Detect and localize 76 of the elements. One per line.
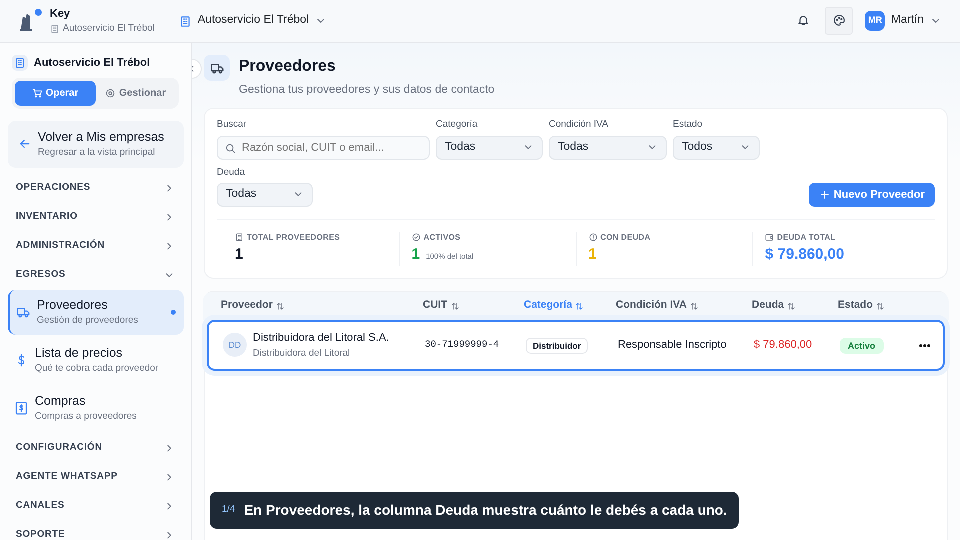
tour-step: 1/4	[222, 503, 236, 518]
active-dot-icon	[171, 310, 176, 314]
nav-item[interactable]: Proveedores Gestión de proveedores	[8, 290, 184, 334]
stat-value: $ 79.860,00	[765, 244, 844, 265]
receipt-icon	[14, 400, 29, 416]
filter-label: Estado	[673, 118, 704, 132]
search-field[interactable]: Razón social, CUIT o email...	[217, 136, 430, 160]
column-header[interactable]: Estado	[838, 298, 917, 314]
supplier-avatar: DD	[223, 333, 247, 358]
iva-cell-text: Responsable Inscripto	[618, 338, 728, 354]
arrow-left-icon	[18, 137, 32, 151]
column-header[interactable]: Proveedor	[221, 298, 423, 314]
tour-text: En Proveedores, la columna Deuda muestra cuánto le debés a cada uno.	[244, 501, 728, 520]
supplier-name: Distribuidora del Litoral S.A.	[253, 331, 390, 346]
filter-label: Deuda	[217, 166, 246, 180]
check-circle-icon	[412, 233, 421, 242]
app-subtitle: Autoservicio El Trébol	[63, 22, 155, 36]
nav-section[interactable]: OPERACIONES	[0, 174, 191, 202]
filter-label: Categoría	[436, 118, 479, 132]
sort-icon	[276, 302, 285, 311]
business-selector[interactable]: Autoservicio El Trébol	[172, 9, 334, 33]
stat-label: TOTAL PROVEEDORES	[247, 232, 340, 244]
stat-value: 1	[412, 244, 420, 265]
mode-tab[interactable]: Operar	[15, 80, 96, 106]
select-field[interactable]: Todos	[673, 136, 760, 160]
new-supplier-button[interactable]: Nuevo Proveedor	[808, 182, 935, 207]
stat-label: ACTIVOS	[424, 232, 461, 244]
filter-label: Buscar	[217, 118, 248, 132]
column-header[interactable]: Condición IVA	[616, 298, 752, 314]
sort-icon	[690, 302, 699, 311]
user-menu[interactable]: MR Martín	[865, 11, 942, 31]
nav-section[interactable]: CANALES	[0, 492, 191, 520]
nav-section[interactable]: CONFIGURACIÓN	[0, 434, 191, 462]
palette-icon	[832, 14, 846, 27]
sort-icon	[450, 302, 460, 311]
app-name: Key	[50, 6, 72, 22]
select-field[interactable]: Todas	[436, 136, 543, 160]
nav-section[interactable]: AGENTE WHATSAPP	[0, 462, 191, 492]
user-avatar: MR	[865, 11, 886, 31]
cart-icon	[32, 88, 43, 98]
mode-tab[interactable]: Gestionar	[96, 80, 176, 106]
stat-value: 1	[588, 244, 597, 265]
debt-cell-text: $ 79.860,00	[754, 338, 814, 354]
stat-value: 1	[235, 244, 244, 265]
supplier-subname: Distribuidora del Litoral	[253, 346, 352, 360]
page-subtitle: Gestiona tus proveedores y sus datos de contacto	[239, 83, 495, 98]
column-header[interactable]: CUIT	[423, 298, 524, 314]
cuit-cell-text: 30-71999999-4	[425, 338, 500, 352]
nav-section[interactable]: ADMINISTRACIÓN	[0, 232, 191, 260]
column-header[interactable]: Deuda	[752, 298, 838, 314]
stat-label: DEUDA TOTAL	[777, 232, 836, 244]
plus-icon	[818, 188, 831, 201]
back-link[interactable]: Volver a Mis empresas Regresar a la vista principal	[8, 120, 184, 168]
category-tag: Distribuidor	[526, 338, 588, 354]
nav-item[interactable]: Compras Compras a proveedores	[8, 386, 184, 430]
filter-label: Condición IVA	[549, 118, 610, 132]
select-field[interactable]: Todas	[549, 136, 667, 160]
status-tag: Activo	[840, 338, 884, 354]
nav-section[interactable]: INVENTARIO	[0, 202, 191, 232]
logo-icon	[19, 12, 35, 32]
page-title: Proveedores	[239, 57, 337, 77]
more-icon	[919, 344, 931, 348]
nav-section[interactable]: SOPORTE	[0, 520, 191, 540]
alert-circle-icon	[588, 233, 598, 242]
sort-icon	[575, 302, 584, 311]
nav-section[interactable]: EGRESOS	[0, 260, 191, 290]
business-name: Autoservicio El Trébol	[34, 56, 150, 71]
wallet-icon	[765, 233, 774, 242]
sort-icon	[787, 302, 796, 311]
bell-icon	[797, 14, 810, 27]
theme-button[interactable]	[825, 7, 854, 35]
select-field[interactable]: Todas	[217, 182, 313, 207]
search-icon	[225, 142, 236, 154]
stat-label: CON DEUDA	[600, 232, 651, 244]
sort-icon	[876, 302, 886, 311]
nav-item[interactable]: Lista de precios Qué te cobra cada proveedor	[8, 338, 184, 382]
